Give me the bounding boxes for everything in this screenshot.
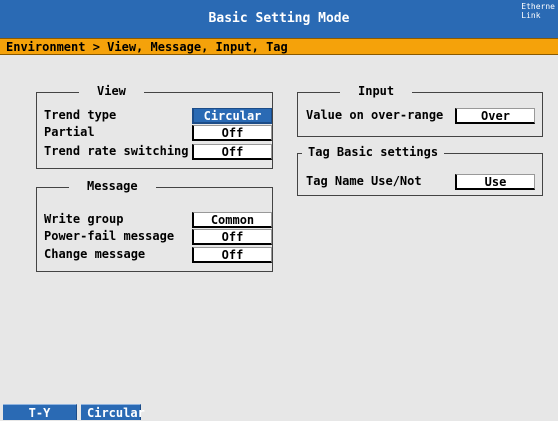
- write-group-field[interactable]: Common: [192, 212, 272, 228]
- trend-rate-switching-label: Trend rate switching: [44, 144, 189, 158]
- partial-label: Partial: [44, 125, 95, 139]
- softkey-bar: T-Y Circular: [3, 404, 145, 420]
- softkey-t-y[interactable]: T-Y: [3, 404, 77, 420]
- tag-name-use-label: Tag Name Use/Not: [306, 174, 422, 188]
- write-group-label: Write group: [44, 212, 124, 226]
- ethernet-label: Etherne: [521, 2, 555, 11]
- title-bar: Basic Setting Mode Etherne Link: [0, 0, 558, 38]
- tag-basic-settings-legend: Tag Basic settings: [302, 145, 445, 159]
- power-fail-message-label: Power-fail message: [44, 229, 175, 243]
- power-fail-message-field[interactable]: Off: [192, 229, 272, 245]
- change-message-field[interactable]: Off: [192, 247, 272, 263]
- view-legend: View: [79, 84, 144, 98]
- softkey-circular[interactable]: Circular: [81, 404, 145, 420]
- partial-field[interactable]: Off: [192, 125, 272, 141]
- breadcrumb-text: Environment > View, Message, Input, Tag: [6, 40, 288, 54]
- breadcrumb: Environment > View, Message, Input, Tag: [0, 38, 558, 55]
- tag-name-use-field[interactable]: Use: [455, 174, 535, 190]
- trend-type-label: Trend type: [44, 108, 117, 122]
- trend-type-field[interactable]: Circular: [192, 108, 272, 124]
- ethernet-link-indicator: Etherne Link: [521, 2, 555, 20]
- message-legend: Message: [69, 179, 156, 193]
- change-message-label: Change message: [44, 247, 146, 261]
- page-title: Basic Setting Mode: [208, 11, 350, 26]
- value-on-over-range-field[interactable]: Over: [455, 108, 535, 124]
- value-on-over-range-label: Value on over-range: [306, 108, 444, 122]
- input-legend: Input: [340, 84, 413, 98]
- trend-rate-switching-field[interactable]: Off: [192, 144, 272, 160]
- link-label: Link: [521, 11, 541, 20]
